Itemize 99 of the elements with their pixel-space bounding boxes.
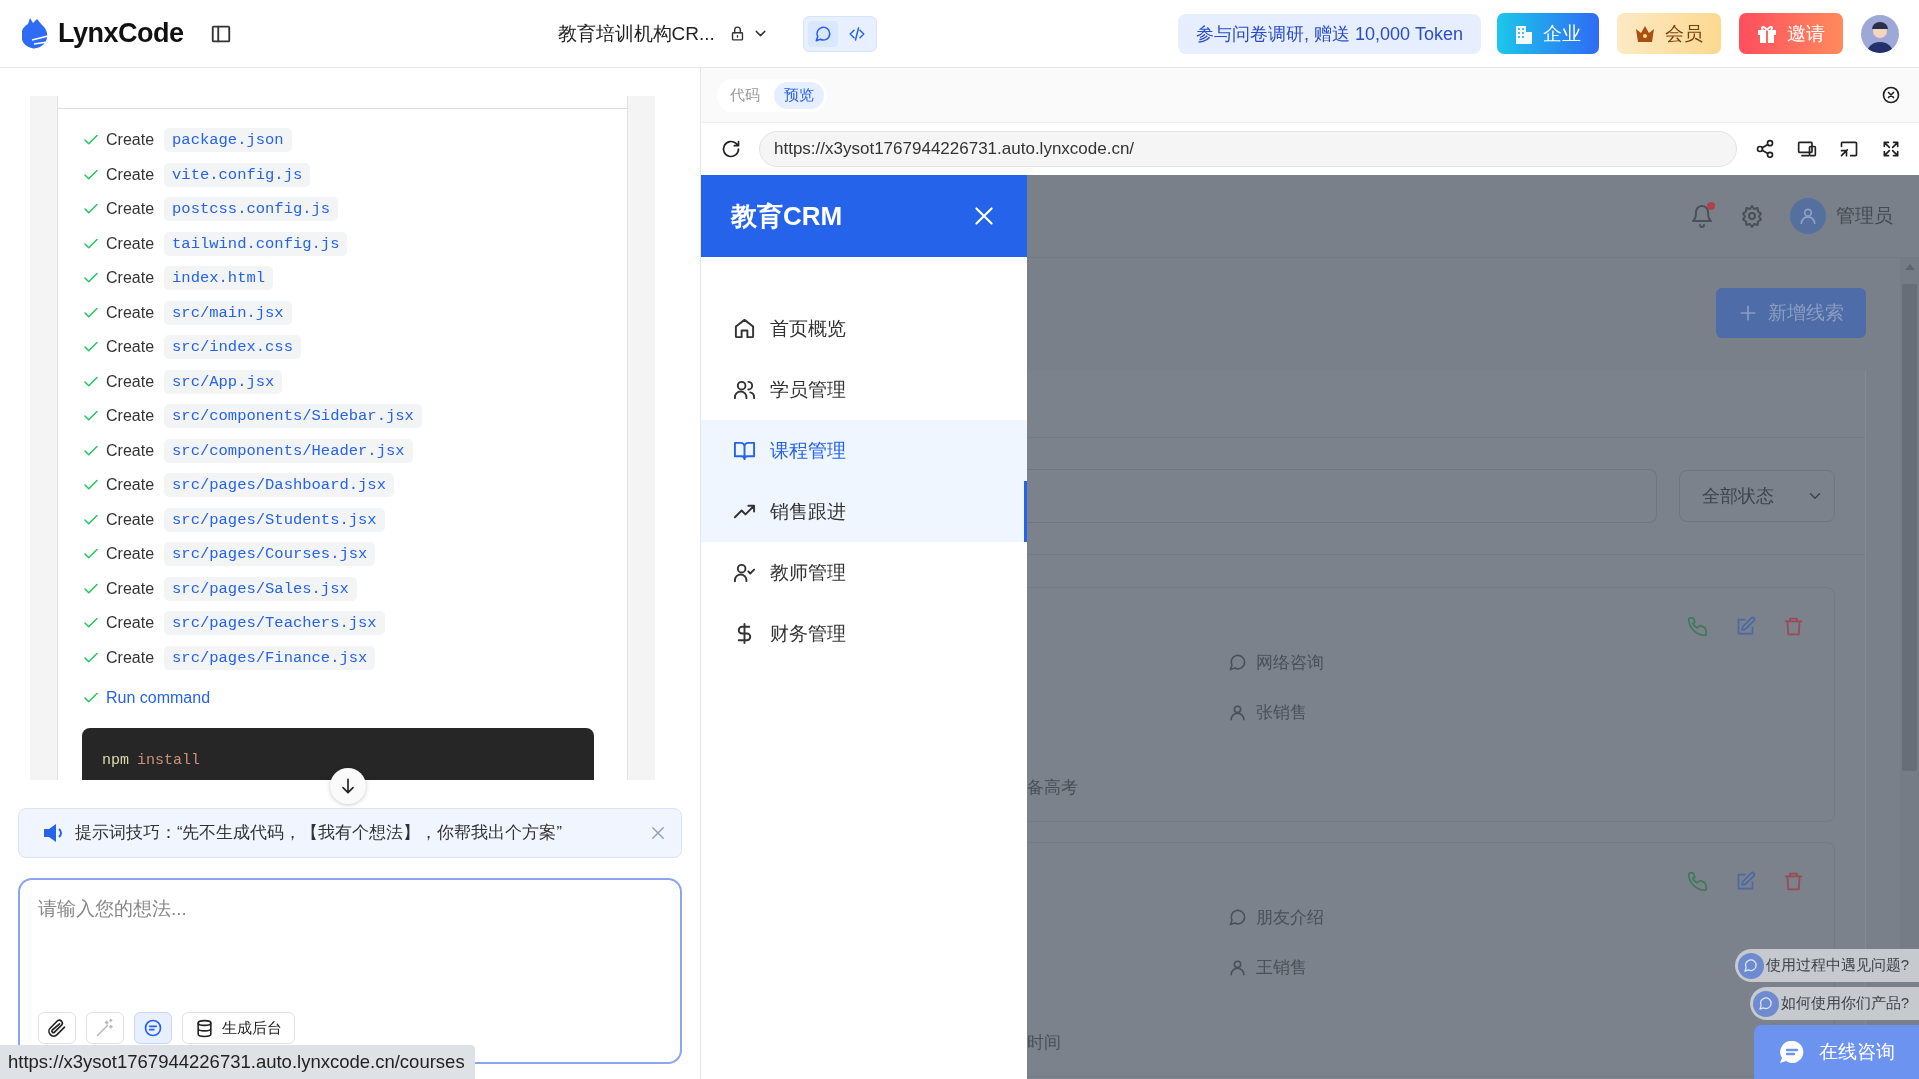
speaker-icon [43, 823, 65, 843]
expand-icon [1881, 139, 1901, 159]
file-path: tailwind.config.js [164, 231, 348, 256]
chat-dots-icon [1743, 958, 1759, 973]
step-label: Create [106, 372, 155, 391]
tab[interactable]: 预览 [774, 81, 824, 109]
magic-wand-icon [95, 1018, 115, 1038]
people-icon [733, 378, 756, 401]
generate-backend-button[interactable]: 生成后台 [182, 1012, 295, 1044]
file-path: src/pages/Teachers.jsx [164, 611, 385, 636]
file-path: src/pages/Sales.jsx [164, 576, 357, 601]
nav-item[interactable]: 首页概览 [701, 298, 1027, 359]
chat-dots-icon [1758, 996, 1774, 1011]
step-label: Create [106, 407, 155, 426]
file-path: index.html [164, 266, 274, 291]
code-icon [847, 24, 866, 43]
attach-tool-button[interactable] [38, 1012, 76, 1044]
help-question-chip[interactable]: 使用过程中遇见问题? [1734, 949, 1919, 982]
step-label: Create [106, 200, 155, 219]
step-label: Create [106, 441, 155, 460]
step-label: Create [106, 338, 155, 357]
chat-bubble-icon [1778, 1040, 1805, 1064]
step-label: Create [106, 614, 155, 633]
step-label: Create [106, 648, 155, 667]
person-icon [1228, 958, 1247, 977]
code-block: npm install [82, 727, 594, 780]
step-label: Create [106, 234, 155, 253]
edit-icon [1735, 871, 1756, 892]
logo-text: LynxCode [58, 18, 184, 49]
member-button[interactable]: 会员 [1617, 13, 1721, 54]
tip-text: 提示词技巧：“先不生成代码，【我有个想法】，你帮我出个方案” [75, 822, 563, 843]
nav-item[interactable]: 学员管理 [701, 359, 1027, 420]
person-check-icon [733, 561, 756, 584]
step-label: Create [106, 476, 155, 495]
paperclip-icon [47, 1018, 67, 1038]
file-path: src/main.jsx [164, 300, 292, 325]
project-title[interactable]: 教育培训机构CR... [557, 20, 715, 47]
share-icon [1755, 139, 1775, 159]
phone-icon [1687, 616, 1708, 637]
close-circle-icon [1881, 85, 1901, 105]
step-label: Create [106, 165, 155, 184]
chat-tool-button[interactable] [134, 1012, 172, 1044]
file-path: src/pages/Finance.jsx [164, 645, 376, 670]
step-label: Create [106, 545, 155, 564]
home-icon [733, 317, 756, 340]
brand-title: 教育CRM [731, 199, 843, 233]
scrollbar[interactable] [1900, 258, 1919, 948]
file-path: package.json [164, 128, 292, 153]
file-path: vite.config.js [164, 162, 311, 187]
crown-icon [1635, 24, 1655, 43]
phone-icon [1687, 871, 1708, 892]
file-path: src/pages/Students.jsx [164, 507, 385, 532]
cast-icon [1839, 139, 1859, 159]
speech-bubble-icon [1228, 908, 1247, 927]
search-field[interactable] [1027, 469, 1657, 523]
run-command-link[interactable]: Run command [106, 689, 211, 708]
gift-icon [1757, 23, 1777, 44]
scroll-down-button[interactable] [330, 768, 366, 804]
plus-icon [1738, 303, 1758, 323]
enterprise-button[interactable]: 企业 [1497, 13, 1599, 54]
file-path: src/index.css [164, 335, 301, 360]
book-icon [733, 439, 756, 462]
chat-bubble-icon [813, 24, 832, 43]
trash-icon [1783, 871, 1804, 892]
step-label: Create [106, 269, 155, 288]
file-path: postcss.config.js [164, 197, 339, 222]
step-label: Create [106, 303, 155, 322]
nav-item[interactable]: 课程管理 [701, 420, 1027, 481]
chat-icon [143, 1018, 163, 1038]
link-status-url: https://x3ysot1767944226731.auto.lynxcode.cn/courses [0, 1045, 475, 1079]
step-label: Create [106, 510, 155, 529]
user-avatar[interactable] [1861, 14, 1899, 53]
step-label: Create [106, 131, 155, 150]
step-label: Create [106, 579, 155, 598]
url-field[interactable]: https://x3ysot1767944226731.auto.lynxcode.cn/ [759, 131, 1737, 167]
devices-icon [1797, 139, 1817, 159]
trash-icon [1783, 616, 1804, 637]
close-button[interactable] [649, 824, 667, 842]
close-icon [649, 824, 667, 842]
nav-item[interactable]: 销售跟进 [701, 481, 1027, 542]
bell-icon [1690, 204, 1714, 228]
file-path: src/App.jsx [164, 369, 283, 394]
chat-view-button[interactable] [807, 20, 838, 47]
file-path: src/components/Header.jsx [164, 438, 413, 463]
database-icon [195, 1018, 214, 1038]
file-path: src/pages/Dashboard.jsx [164, 473, 394, 498]
person-icon [1228, 703, 1247, 722]
file-path: src/components/Sidebar.jsx [164, 404, 422, 429]
nav-item[interactable]: 教师管理 [701, 542, 1027, 603]
edit-icon [1735, 616, 1756, 637]
settings-icon [1740, 204, 1764, 228]
help-question-chip[interactable]: 如何使用你们产品? [1749, 987, 1919, 1020]
file-path: src/pages/Courses.jsx [164, 542, 376, 567]
survey-banner[interactable]: 参与问卷调研, 赠送 10,000 Token [1177, 13, 1481, 54]
speech-bubble-icon [1228, 653, 1247, 672]
reload-icon [721, 139, 741, 159]
building-icon [1515, 23, 1533, 44]
person-icon [1798, 206, 1818, 226]
nav-item[interactable]: 财务管理 [701, 603, 1027, 664]
